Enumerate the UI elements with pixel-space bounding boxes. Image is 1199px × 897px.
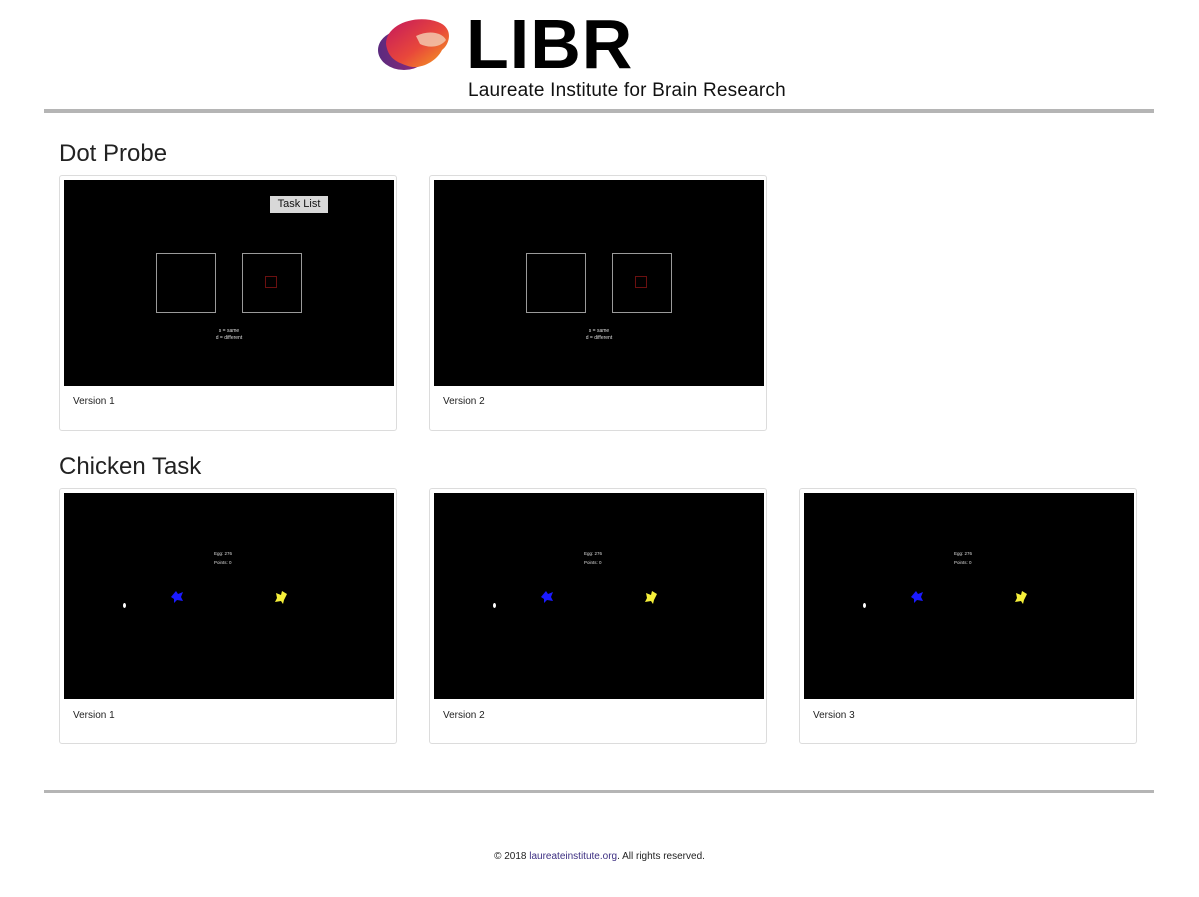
instruction-different: d = different — [215, 335, 243, 341]
left-box — [156, 253, 216, 313]
card-caption: Version 2 — [443, 396, 485, 407]
key-instructions: s = same d = different — [184, 328, 274, 342]
game-hud: Egg: 276 Points: 0 — [214, 549, 232, 567]
blue-chick-icon — [171, 591, 183, 603]
task-card-chicken-v2[interactable]: Egg: 276 Points: 0 Version 2 — [429, 488, 767, 744]
yellow-chick-icon — [1015, 591, 1027, 604]
task-thumbnail[interactable]: s = same d = different — [434, 180, 764, 386]
game-hud: Egg: 276 Points: 0 — [954, 549, 972, 567]
yellow-chick-icon — [645, 591, 657, 604]
task-card-dot-probe-v2[interactable]: s = same d = different Version 2 — [429, 175, 767, 431]
blue-chick-icon — [541, 591, 553, 603]
card-caption: Version 2 — [443, 710, 485, 721]
instruction-same: s = same — [588, 328, 610, 334]
card-caption: Version 1 — [73, 710, 115, 721]
egg-icon — [123, 603, 126, 608]
game-hud: Egg: 276 Points: 0 — [584, 549, 602, 567]
brand-tagline: Laureate Institute for Brain Research — [468, 80, 786, 101]
footer-divider — [44, 790, 1154, 793]
egg-counter: Egg: 276 — [584, 551, 603, 556]
probe-square — [265, 276, 277, 288]
task-card-chicken-v3[interactable]: Egg: 276 Points: 0 Version 3 — [799, 488, 1137, 744]
egg-counter: Egg: 276 — [954, 551, 973, 556]
points-counter: Points: 0 — [584, 560, 602, 565]
key-instructions: s = same d = different — [554, 328, 644, 342]
yellow-chick-icon — [275, 591, 287, 604]
task-thumbnail[interactable]: Egg: 276 Points: 0 — [804, 493, 1134, 699]
institute-link[interactable]: laureateinstitute.org — [529, 851, 617, 862]
blue-chick-icon — [911, 591, 923, 603]
section-title-dot-probe: Dot Probe — [59, 140, 168, 167]
task-card-chicken-v1[interactable]: Egg: 276 Points: 0 Version 1 — [59, 488, 397, 744]
copyright-prefix: © 2018 — [494, 851, 530, 862]
instruction-different: d = different — [585, 335, 613, 341]
probe-square — [635, 276, 647, 288]
task-thumbnail[interactable]: Egg: 276 Points: 0 — [434, 493, 764, 699]
card-caption: Version 3 — [813, 710, 855, 721]
section-title-chicken-task: Chicken Task — [59, 453, 202, 480]
header-divider — [44, 109, 1154, 113]
points-counter: Points: 0 — [214, 560, 232, 565]
task-card-dot-probe-v1[interactable]: Task List s = same d = different Version… — [59, 175, 397, 431]
egg-icon — [863, 603, 866, 608]
task-thumbnail[interactable]: Egg: 276 Points: 0 — [64, 493, 394, 699]
site-footer: © 2018 laureateinstitute.org. All rights… — [0, 851, 1199, 862]
left-box — [526, 253, 586, 313]
task-thumbnail[interactable]: Task List s = same d = different — [64, 180, 394, 386]
points-counter: Points: 0 — [954, 560, 972, 565]
site-header: LIBR Laureate Institute for Brain Resear… — [0, 0, 1199, 110]
instruction-same: s = same — [218, 328, 240, 334]
egg-icon — [493, 603, 496, 608]
task-list-button[interactable]: Task List — [270, 196, 328, 213]
egg-counter: Egg: 276 — [214, 551, 233, 556]
brand-name: LIBR — [466, 5, 634, 83]
brain-logo-icon — [378, 19, 449, 70]
copyright-suffix: . All rights reserved. — [617, 851, 705, 862]
card-caption: Version 1 — [73, 396, 115, 407]
